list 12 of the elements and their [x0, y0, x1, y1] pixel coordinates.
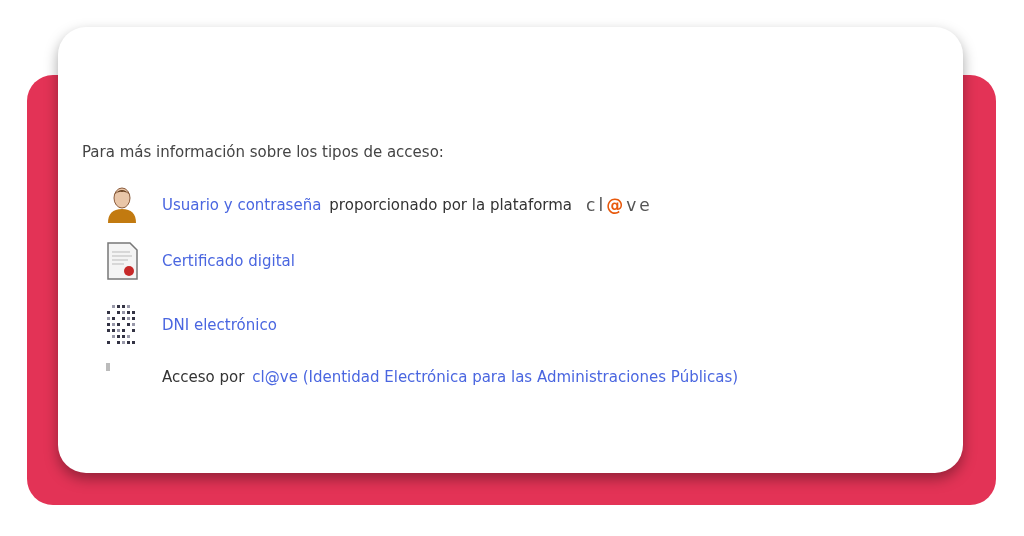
access-link[interactable]: cl@ve (Identidad Electrónica para las Administraciones Públicas)	[252, 368, 739, 386]
intro-text: Para más información sobre los tipos de acceso:	[82, 143, 445, 161]
access-link[interactable]: Usuario y contraseña	[162, 196, 322, 214]
user-icon	[106, 187, 138, 223]
bullet-icon	[106, 363, 110, 371]
chip-icon	[106, 303, 138, 347]
access-text: Acceso por	[162, 368, 245, 386]
clave-logo: cl@ve	[586, 195, 653, 215]
certificate-icon	[106, 242, 138, 280]
access-text: proporcionado por la plataforma	[329, 196, 573, 214]
access-link[interactable]: DNI electrónico	[162, 316, 277, 334]
access-link[interactable]: Certificado digital	[162, 252, 295, 270]
